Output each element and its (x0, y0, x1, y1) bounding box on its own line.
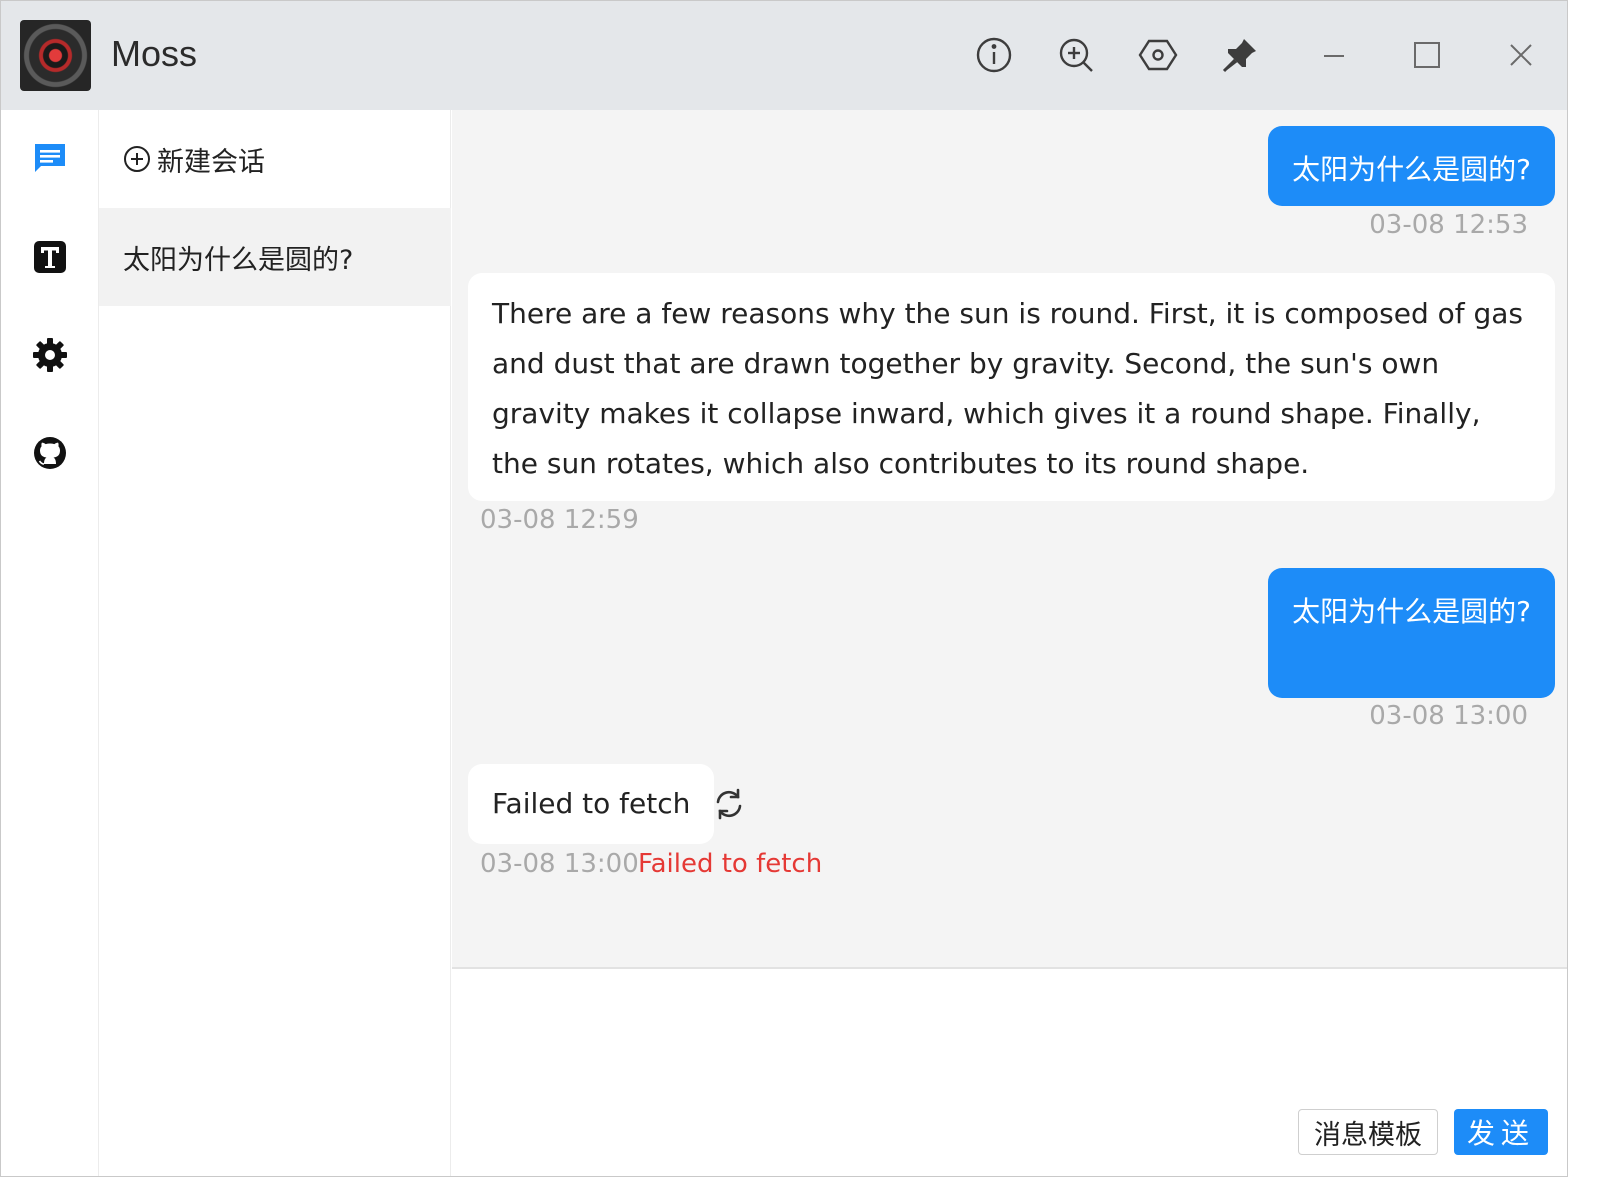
nav-settings-button[interactable] (31, 336, 69, 374)
nav-template-button[interactable] (31, 238, 69, 276)
info-icon[interactable] (974, 35, 1014, 75)
assistant-message: Failed to fetch (468, 764, 715, 844)
plus-circle-icon (124, 146, 150, 172)
session-list: 新建会话 太阳为什么是圆的? (99, 110, 451, 1176)
maximize-icon[interactable] (1407, 35, 1447, 75)
chat-icon (35, 144, 65, 172)
settings-icon (33, 338, 67, 372)
template-icon (34, 241, 66, 273)
message-time: 03-08 12:53 (1369, 210, 1528, 240)
new-chat-label: 新建会话 (157, 146, 265, 178)
composer: 消息模板 发送 (452, 967, 1567, 1176)
chat-area: 太阳为什么是圆的? 03-08 12:53 There are a few re… (452, 110, 1567, 967)
new-chat-button[interactable]: 新建会话 (99, 110, 451, 208)
app-window: Moss 新建会话 太阳为什么是圆的? 太阳为什么是圆的? 03-08 12:5… (0, 0, 1568, 1177)
send-button[interactable]: 发送 (1454, 1109, 1548, 1155)
message-time: 03-08 12:59 (480, 505, 639, 535)
assistant-message: There are a few reasons why the sun is r… (468, 273, 1555, 501)
error-text: Failed to fetch (638, 849, 823, 879)
hexagon-settings-icon[interactable] (1138, 35, 1178, 75)
message-time: 03-08 13:00 (1369, 701, 1528, 731)
minimize-icon[interactable] (1314, 35, 1354, 75)
close-icon[interactable] (1501, 35, 1541, 75)
session-item[interactable]: 太阳为什么是圆的? (99, 208, 451, 306)
github-icon (34, 437, 66, 469)
message-input[interactable] (472, 983, 1542, 1103)
message-template-button[interactable]: 消息模板 (1298, 1109, 1438, 1155)
user-message: 太阳为什么是圆的? (1268, 126, 1555, 206)
message-time: 03-08 13:00 (480, 849, 639, 879)
user-message: 太阳为什么是圆的? (1268, 568, 1555, 698)
title-bar: Moss (1, 1, 1567, 110)
retry-icon[interactable] (712, 787, 746, 821)
zoom-in-icon[interactable] (1056, 35, 1096, 75)
app-title: Moss (111, 33, 198, 74)
left-nav-rail (1, 110, 99, 1176)
nav-chat-button[interactable] (31, 140, 69, 178)
pin-icon[interactable] (1220, 35, 1260, 75)
session-title: 太阳为什么是圆的? (123, 244, 354, 276)
app-logo (20, 20, 91, 91)
nav-github-button[interactable] (31, 434, 69, 472)
